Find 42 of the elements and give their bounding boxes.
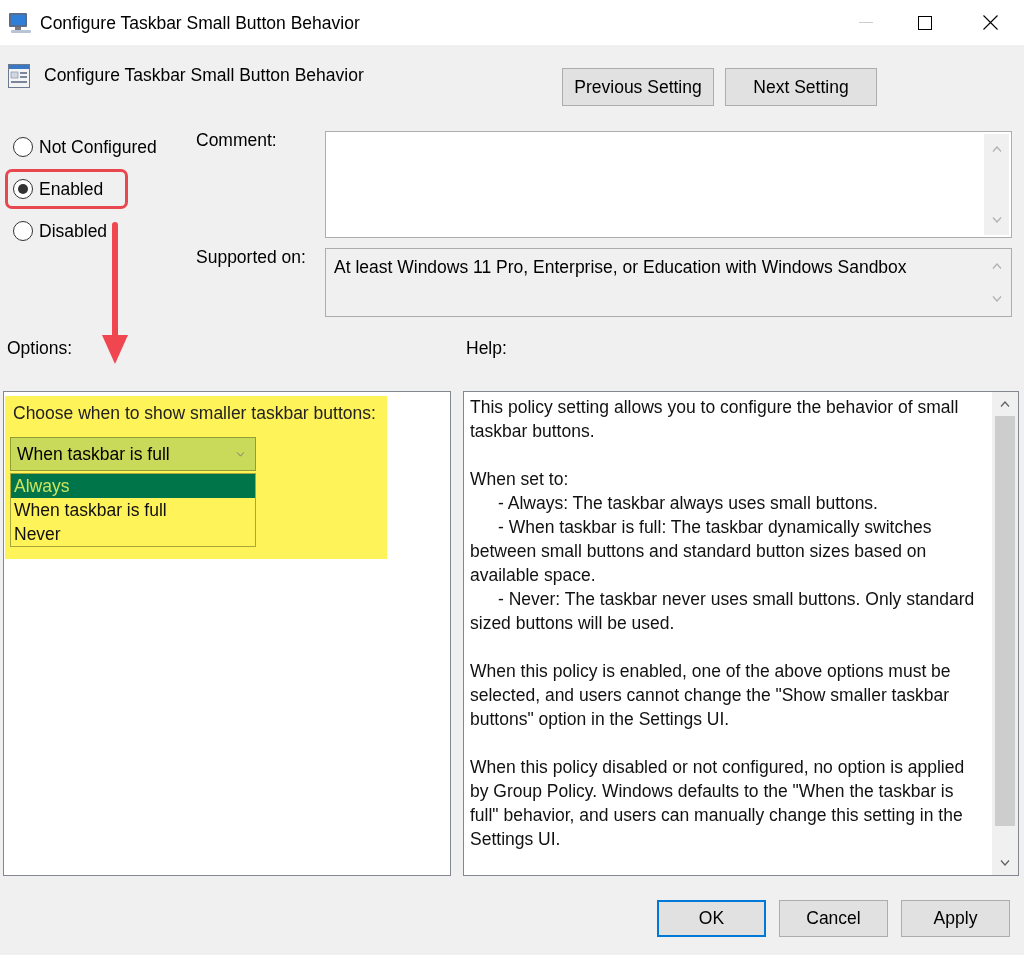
help-list-item: - Always: The taskbar always uses small buttons. bbox=[497, 492, 879, 515]
dialog-button[interactable]: Cancel bbox=[779, 900, 888, 937]
chevron-up-icon[interactable] bbox=[1000, 401, 1010, 407]
close-icon bbox=[982, 15, 998, 30]
supported-on-text: At least Windows 11 Pro, Enterprise, or Education with Windows Sandbox bbox=[333, 256, 908, 279]
minimize-icon bbox=[859, 22, 873, 23]
dropdown-option[interactable]: When taskbar is full bbox=[11, 498, 255, 522]
chevron-down-icon[interactable] bbox=[1000, 860, 1010, 866]
dialog-button[interactable]: Apply bbox=[901, 900, 1010, 937]
dropdown-option[interactable]: Never bbox=[11, 522, 255, 546]
radio-option[interactable]: Not Configured bbox=[5, 127, 182, 167]
nav-button[interactable]: Next Setting bbox=[725, 68, 877, 106]
dropdown-option[interactable]: Always bbox=[11, 474, 255, 498]
help-text: When this policy disabled or not configured, no option is applied by Group Policy. Windows defaults to the "When the taskbar is full" behavior, and users can manually change this setting in the Settings UI. bbox=[470, 756, 966, 851]
scrollbar-thumb[interactable] bbox=[995, 416, 1015, 826]
computer-icon bbox=[8, 11, 32, 34]
nav-button[interactable]: Previous Setting bbox=[562, 68, 714, 106]
help-text: When set to: bbox=[470, 468, 570, 491]
supported-on-field[interactable]: At least Windows 11 Pro, Enterprise, or Education with Windows Sandbox bbox=[325, 248, 1012, 317]
supported-on-label: Supported on: bbox=[196, 248, 307, 269]
dropdown[interactable]: When taskbar is full bbox=[10, 437, 256, 471]
help-text: This policy setting allows you to configure the behavior of small taskbar buttons. bbox=[470, 396, 960, 443]
radio-icon[interactable] bbox=[13, 137, 33, 157]
dialog-button[interactable]: OK bbox=[657, 900, 766, 937]
policy-window-icon bbox=[8, 64, 30, 88]
help-text: When this policy is enabled, one of the above options must be selected, and users cannot change the "Show smaller taskbar buttons" option in the Settings UI. bbox=[470, 660, 952, 731]
comment-label: Comment: bbox=[196, 131, 278, 152]
options-prompt: Choose when to show smaller taskbar buttons: bbox=[13, 403, 377, 423]
radio-option[interactable]: Enabled bbox=[5, 169, 129, 209]
radio-icon[interactable] bbox=[13, 179, 33, 199]
help-list-item: - Never: The taskbar never uses small buttons. Only standard sized buttons will be used. bbox=[470, 588, 976, 635]
radio-icon[interactable] bbox=[13, 221, 33, 241]
options-label: Options: bbox=[7, 338, 73, 358]
setting-title: Configure Taskbar Small Button Behavior bbox=[44, 64, 364, 86]
radio-option[interactable]: Disabled bbox=[5, 211, 133, 251]
scrollbar[interactable] bbox=[992, 392, 1018, 875]
window-title: Configure Taskbar Small Button Behavior bbox=[40, 11, 360, 34]
caret-icon bbox=[236, 451, 245, 457]
help-label: Help: bbox=[466, 338, 507, 358]
comment-field[interactable] bbox=[325, 131, 1012, 238]
maximize-icon bbox=[918, 15, 932, 30]
help-list-item: - When taskbar is full: The taskbar dynamically switches between small buttons and standard button sizes based on available space. bbox=[470, 516, 933, 587]
